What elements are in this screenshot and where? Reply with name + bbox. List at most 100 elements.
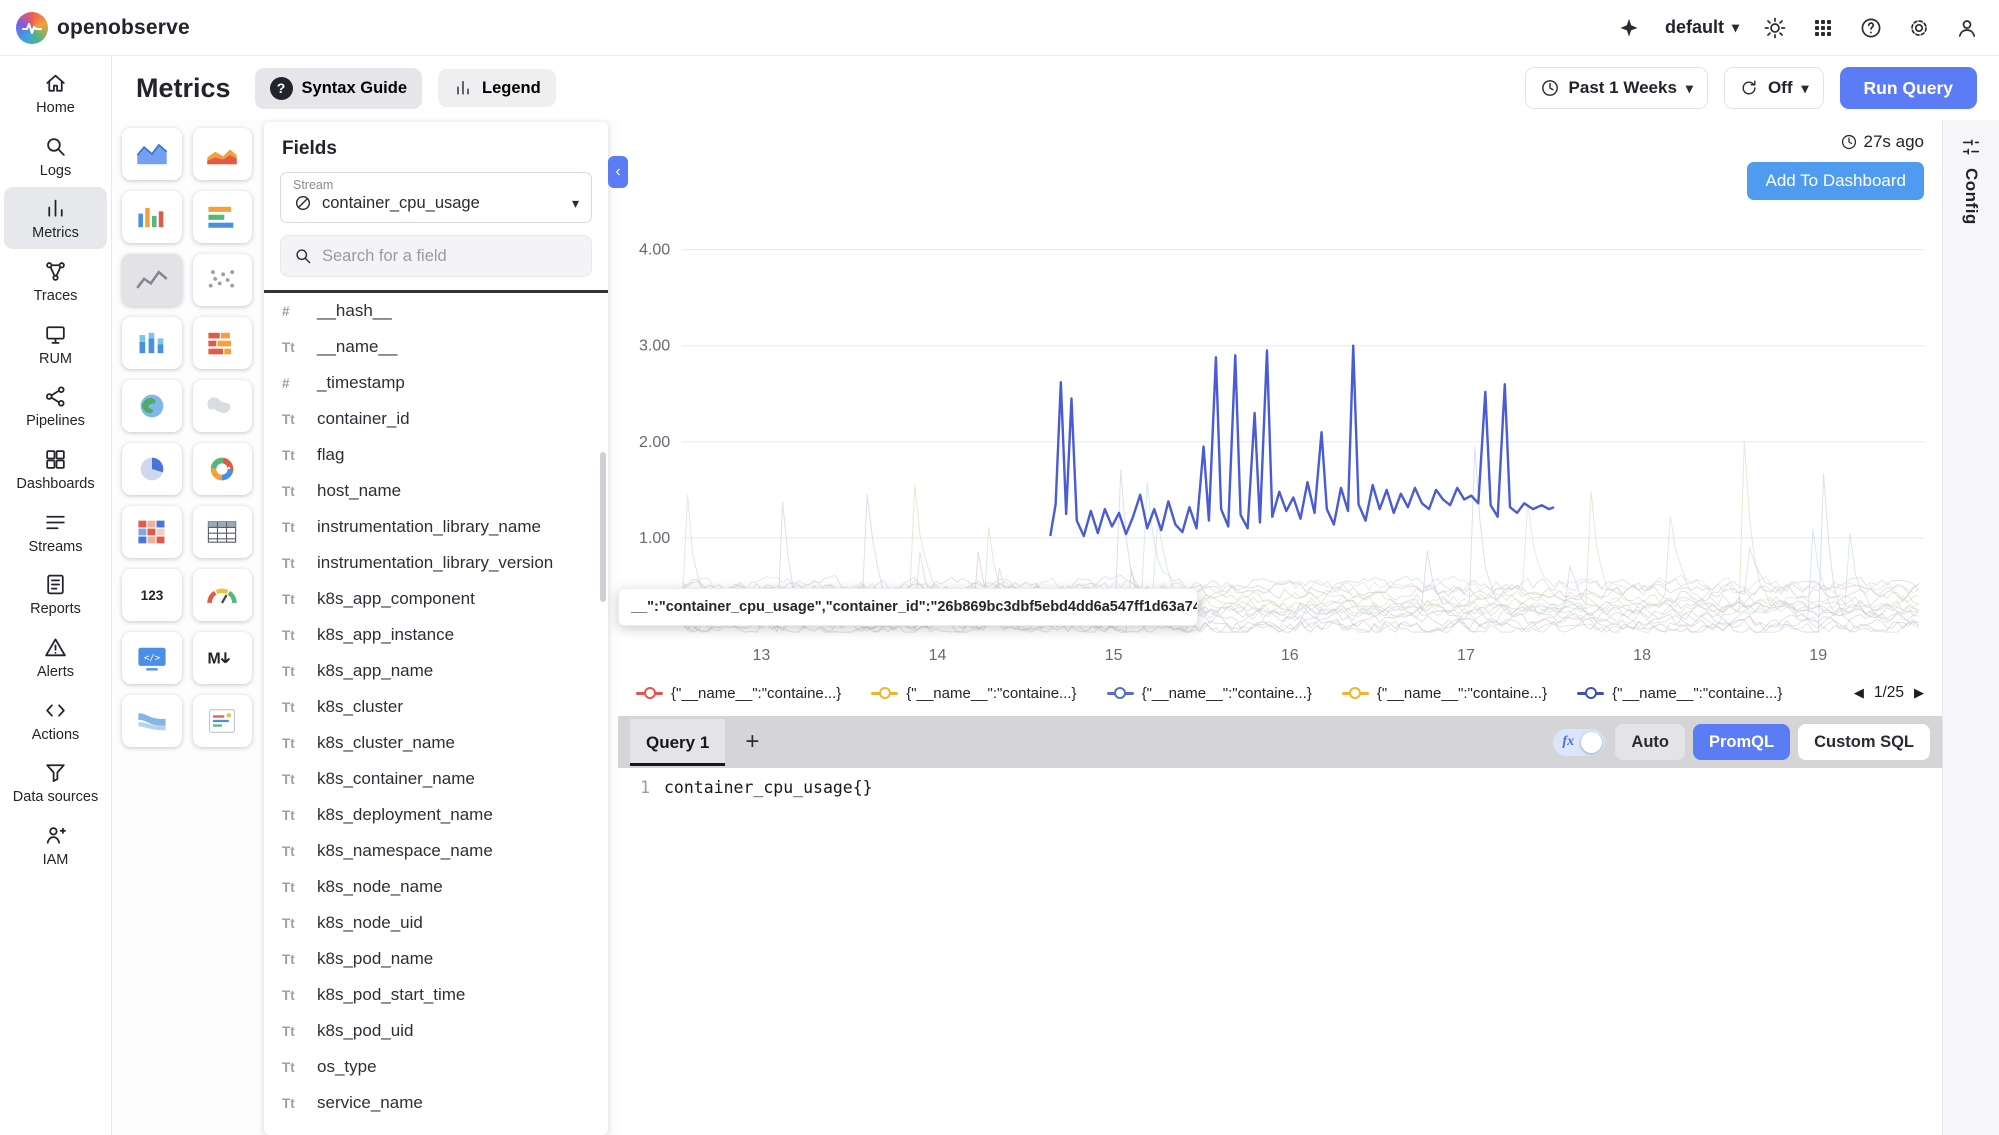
legend-item[interactable]: {"__name__":"containe...} xyxy=(636,685,841,702)
chart-type-sankey-icon[interactable] xyxy=(122,695,182,747)
fields-scrollbar[interactable] xyxy=(600,452,606,602)
field-row-__hash__[interactable]: #__hash__ xyxy=(264,293,608,329)
help-icon[interactable] xyxy=(1859,16,1883,40)
field-row-k8s_cluster[interactable]: Ttk8s_cluster xyxy=(264,689,608,725)
theme-toggle-icon[interactable] xyxy=(1763,16,1787,40)
add-query-button[interactable]: + xyxy=(733,728,771,756)
field-row-container_id[interactable]: Ttcontainer_id xyxy=(264,401,608,437)
legend-next-icon[interactable]: ▶ xyxy=(1914,685,1924,701)
query-mode-auto-button[interactable]: Auto xyxy=(1615,724,1685,760)
field-row-k8s_app_name[interactable]: Ttk8s_app_name xyxy=(264,653,608,689)
sidebar-item-logs[interactable]: Logs xyxy=(4,125,107,187)
field-row-os_type[interactable]: Ttos_type xyxy=(264,1049,608,1085)
org-selector[interactable]: default ▾ xyxy=(1665,17,1739,38)
field-row-k8s_node_uid[interactable]: Ttk8s_node_uid xyxy=(264,905,608,941)
query-mode-custom-sql-button[interactable]: Custom SQL xyxy=(1798,724,1930,760)
add-to-dashboard-button[interactable]: Add To Dashboard xyxy=(1747,162,1924,200)
chart-type-donut-icon[interactable] xyxy=(193,443,253,495)
chart-type-gauge-icon[interactable] xyxy=(193,569,253,621)
sidebar-item-data-sources[interactable]: Data sources xyxy=(4,751,107,813)
syntax-guide-button[interactable]: ? Syntax Guide xyxy=(255,68,422,109)
chart-type-custom-chart-icon[interactable] xyxy=(193,695,253,747)
legend-button[interactable]: Legend xyxy=(438,69,556,107)
svg-text:16: 16 xyxy=(1281,646,1299,664)
field-row-service_name[interactable]: Ttservice_name xyxy=(264,1085,608,1121)
chart-type-geomap-icon[interactable] xyxy=(122,380,182,432)
sidebar-item-iam[interactable]: IAM xyxy=(4,814,107,876)
chart-type-scatter-icon[interactable] xyxy=(193,254,253,306)
series-marker-icon xyxy=(1107,686,1134,700)
sidebar-item-alerts[interactable]: Alerts xyxy=(4,626,107,688)
account-icon[interactable] xyxy=(1955,16,1979,40)
chart-legend: {"__name__":"containe...} {"__name__":"co… xyxy=(618,670,1942,716)
field-name: os_type xyxy=(317,1057,377,1077)
chart-type-table-icon[interactable] xyxy=(193,506,253,558)
legend-item[interactable]: {"__name__":"containe...} xyxy=(1577,685,1782,702)
sidebar-item-rum[interactable]: RUM xyxy=(4,313,107,375)
field-row-__name__[interactable]: Tt__name__ xyxy=(264,329,608,365)
apps-grid-icon[interactable] xyxy=(1811,16,1835,40)
chart-type-line-icon[interactable] xyxy=(122,254,182,306)
refresh-icon xyxy=(1739,78,1759,98)
metrics-chart[interactable]: 1.002.003.004.0013141516171819 __":"cont… xyxy=(618,202,1942,670)
chart-type-pie-icon[interactable] xyxy=(122,443,182,495)
field-row-k8s_app_instance[interactable]: Ttk8s_app_instance xyxy=(264,617,608,653)
chart-type-metric-text-icon[interactable]: 123 xyxy=(122,569,182,621)
collapse-fields-chevron-icon[interactable]: ‹ xyxy=(608,156,628,188)
config-sliders-icon[interactable] xyxy=(1960,136,1982,158)
query-editor[interactable]: 1 container_cpu_usage{} xyxy=(618,768,1942,1135)
chart-type-stacked-bar-icon[interactable] xyxy=(122,317,182,369)
field-row-host_name[interactable]: Tthost_name xyxy=(264,473,608,509)
sidebar-item-pipelines[interactable]: Pipelines xyxy=(4,375,107,437)
legend-item[interactable]: {"__name__":"containe...} xyxy=(1107,685,1312,702)
legend-item[interactable]: {"__name__":"containe...} xyxy=(1342,685,1547,702)
chart-type-area-icon[interactable] xyxy=(122,128,182,180)
field-row-k8s_pod_name[interactable]: Ttk8s_pod_name xyxy=(264,941,608,977)
sidebar-item-home[interactable]: Home xyxy=(4,62,107,124)
field-row-k8s_cluster_name[interactable]: Ttk8s_cluster_name xyxy=(264,725,608,761)
sidebar-item-streams[interactable]: Streams xyxy=(4,501,107,563)
sidebar-item-reports[interactable]: Reports xyxy=(4,563,107,625)
chart-type-markdown-icon[interactable]: M xyxy=(193,632,253,684)
sidebar-item-actions[interactable]: Actions xyxy=(4,689,107,751)
field-row-k8s_deployment_name[interactable]: Ttk8s_deployment_name xyxy=(264,797,608,833)
field-row-instrumentation_library_version[interactable]: Ttinstrumentation_library_version xyxy=(264,545,608,581)
stream-selector[interactable]: Stream container_cpu_usage ▾ xyxy=(280,172,592,223)
chart-type-h-bar-icon[interactable] xyxy=(193,191,253,243)
chart-type-html-icon[interactable]: </> xyxy=(122,632,182,684)
sidebar-item-label: Home xyxy=(36,100,75,117)
chart-type-bar-icon[interactable] xyxy=(122,191,182,243)
chart-type-heatmap-icon[interactable] xyxy=(122,506,182,558)
function-toggle[interactable]: fx xyxy=(1553,729,1605,756)
sidebar-item-metrics[interactable]: Metrics xyxy=(4,187,107,249)
text-type-icon: Tt xyxy=(282,340,306,355)
stream-icon xyxy=(293,193,313,213)
field-row-k8s_node_name[interactable]: Ttk8s_node_name xyxy=(264,869,608,905)
field-search-input[interactable] xyxy=(322,247,579,266)
editor-code-line[interactable]: container_cpu_usage{} xyxy=(664,778,873,1135)
sidebar-item-dashboards[interactable]: Dashboards xyxy=(4,438,107,500)
chart-type-maps-icon[interactable] xyxy=(193,380,253,432)
refresh-interval-selector[interactable]: Off ▾ xyxy=(1724,67,1824,109)
ai-sparkle-icon[interactable] xyxy=(1617,16,1641,40)
query-tab-1[interactable]: Query 1 xyxy=(630,719,725,766)
legend-item[interactable]: {"__name__":"containe...} xyxy=(871,685,1076,702)
field-row-k8s_pod_uid[interactable]: Ttk8s_pod_uid xyxy=(264,1013,608,1049)
query-mode-promql-button[interactable]: PromQL xyxy=(1693,724,1790,760)
run-query-button[interactable]: Run Query xyxy=(1840,67,1977,109)
field-row-instrumentation_library_name[interactable]: Ttinstrumentation_library_name xyxy=(264,509,608,545)
field-row-_timestamp[interactable]: #_timestamp xyxy=(264,365,608,401)
legend-prev-icon[interactable]: ◀ xyxy=(1854,685,1864,701)
config-tab[interactable]: Config xyxy=(1961,168,1981,225)
sidebar-item-traces[interactable]: Traces xyxy=(4,250,107,312)
chart-type-h-stacked-icon[interactable] xyxy=(193,317,253,369)
time-range-selector[interactable]: Past 1 Weeks ▾ xyxy=(1525,67,1708,109)
field-row-k8s_app_component[interactable]: Ttk8s_app_component xyxy=(264,581,608,617)
field-row-k8s_namespace_name[interactable]: Ttk8s_namespace_name xyxy=(264,833,608,869)
settings-gear-icon[interactable] xyxy=(1907,16,1931,40)
chart-type-area-stacked-icon[interactable] xyxy=(193,128,253,180)
field-row-flag[interactable]: Ttflag xyxy=(264,437,608,473)
field-row-k8s_pod_start_time[interactable]: Ttk8s_pod_start_time xyxy=(264,977,608,1013)
field-row-k8s_container_name[interactable]: Ttk8s_container_name xyxy=(264,761,608,797)
svg-text:19: 19 xyxy=(1809,646,1827,664)
